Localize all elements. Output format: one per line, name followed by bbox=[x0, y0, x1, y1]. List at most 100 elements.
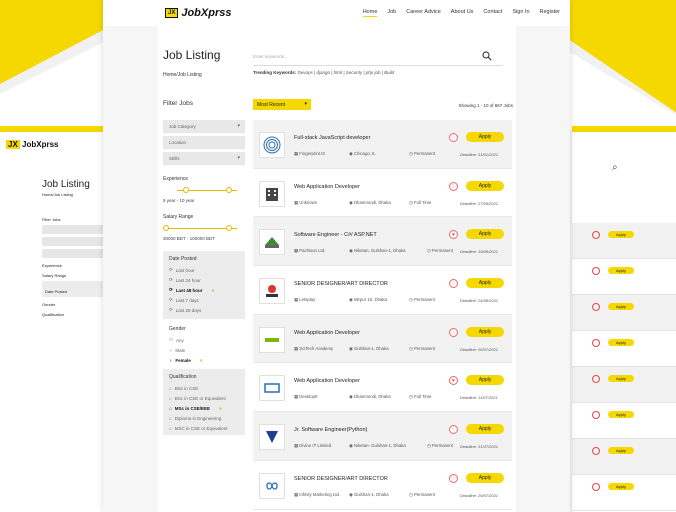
nav-register[interactable]: Register bbox=[540, 9, 560, 17]
deadline: Deadline: 05/07/2021 bbox=[460, 346, 499, 352]
location-input[interactable]: Location bbox=[163, 136, 245, 149]
search-icon[interactable] bbox=[482, 51, 492, 61]
nav-career-advice[interactable]: Career Advice bbox=[406, 9, 441, 17]
nav-job[interactable]: Job bbox=[387, 9, 396, 17]
heart-icon[interactable]: ♡ bbox=[449, 473, 458, 483]
heart-icon[interactable]: ♡ bbox=[449, 425, 458, 435]
job-category-select[interactable]: Job Category ▾ bbox=[163, 120, 245, 133]
job-location: ◉ Gulshan-1, Dhaka bbox=[349, 491, 389, 497]
job-title[interactable]: SENIOR DESIGNER/ART DIRECTOR bbox=[294, 476, 388, 482]
slider-handle-min[interactable] bbox=[183, 187, 189, 193]
apply-button[interactable]: Apply bbox=[466, 375, 504, 386]
job-card[interactable]: Web Application Developer ▦ SciTech Acad… bbox=[253, 314, 512, 364]
company-name: ▦ Letsplay bbox=[294, 297, 316, 303]
job-location: ◉ Niketan, Gulshan-1, Dhaka bbox=[349, 248, 406, 254]
job-card[interactable]: Web Application Developer ▦ Unknown ◉ Dha… bbox=[253, 169, 512, 218]
letsplay-logo bbox=[259, 278, 285, 305]
graduation-icon: ⌂ bbox=[169, 415, 172, 421]
company-name: ▦ Divine IT Limited bbox=[294, 443, 332, 449]
nav-contact[interactable]: Contact bbox=[483, 9, 502, 17]
qualification-option[interactable]: ⌂ Diploma in Engineering bbox=[169, 413, 239, 423]
nav-sign-in[interactable]: Sign In bbox=[512, 9, 529, 17]
gender-option[interactable]: ♂ Male bbox=[169, 345, 239, 355]
apply-button[interactable]: Apply bbox=[466, 278, 504, 289]
job-card[interactable]: Jr. Software Engineer(Python) ▦ Divine I… bbox=[253, 412, 512, 461]
heart-icon[interactable]: ♡ bbox=[449, 181, 458, 191]
trending-keywords: Trending Keywords: Devops | django | htm… bbox=[253, 70, 395, 75]
pachisun-logo bbox=[259, 229, 285, 256]
apply-button[interactable]: Apply bbox=[466, 326, 504, 337]
deadline: Deadline: 24/08/2021 bbox=[460, 298, 499, 304]
skills-select[interactable]: Skills ▾ bbox=[163, 152, 245, 165]
date-option[interactable]: ⟳ Last hour bbox=[169, 265, 239, 275]
heart-icon[interactable]: ♡ bbox=[449, 279, 458, 289]
slider-handle-max[interactable] bbox=[226, 187, 232, 193]
date-posted-filter: Date Posted ⟳ Last hour ⟳ Last 24 hour ⟳ La… bbox=[163, 251, 245, 319]
job-title[interactable]: Web Application Developer bbox=[294, 184, 360, 190]
job-title[interactable]: Web Application Developer bbox=[294, 378, 360, 384]
scitech-logo bbox=[259, 326, 285, 353]
qualification-option[interactable]: ⌂ BSc in CSE or Equivalent bbox=[169, 393, 239, 403]
apply-button[interactable]: Apply bbox=[466, 132, 504, 142]
brand-logo[interactable]: JX JobXprss bbox=[165, 7, 231, 19]
job-location: ◉ Dhanmondi, Dhaka bbox=[349, 394, 391, 400]
male-icon: ♂ bbox=[169, 347, 173, 353]
job-type: ◷ Permanent bbox=[427, 443, 453, 449]
close-icon: × bbox=[211, 287, 215, 293]
slider-handle-max[interactable] bbox=[226, 225, 232, 231]
job-card[interactable]: SENIOR DESIGNER/ART DIRECTOR ▦ Letsplay ◉… bbox=[253, 266, 512, 315]
salary-slider[interactable] bbox=[163, 223, 245, 233]
company-name: ▦ SciTech Academy bbox=[294, 345, 334, 351]
sort-select[interactable]: Most Recent ▾ bbox=[253, 99, 311, 110]
heart-icon[interactable]: ♥ bbox=[449, 230, 458, 240]
nav-home[interactable]: Home bbox=[362, 9, 378, 17]
job-title[interactable]: Full-stack JavaScript developer bbox=[294, 135, 370, 141]
date-option[interactable]: ⟳ Last 7 days bbox=[169, 295, 239, 305]
job-title[interactable]: Jr. Software Engineer(Python) bbox=[294, 427, 367, 433]
top-navbar: JX JobXprss Home Job Career Advice About… bbox=[103, 0, 570, 26]
company-name: ▦ Infinity Marketing Ltd. bbox=[294, 491, 341, 497]
date-option[interactable]: ⟳ Last 24 hour bbox=[169, 275, 239, 285]
date-option-selected[interactable]: ⟳ Last 48 hour × bbox=[169, 285, 239, 295]
job-title[interactable]: Software Engineer - C#/ ASP.NET bbox=[294, 232, 377, 238]
divine-logo bbox=[259, 424, 285, 451]
job-title[interactable]: SENIOR DESIGNER/ART DIRECTOR bbox=[294, 281, 388, 287]
gender-option[interactable]: ⚇ Any bbox=[169, 335, 239, 345]
building-logo bbox=[259, 180, 285, 207]
apply-button[interactable]: Apply bbox=[466, 180, 504, 191]
apply-button[interactable]: Apply bbox=[466, 424, 504, 435]
job-card[interactable]: SENIOR DESIGNER/ART DIRECTOR ▦ Infinity … bbox=[253, 461, 512, 510]
experience-slider[interactable] bbox=[163, 185, 245, 195]
job-card[interactable]: Software Engineer - C#/ ASP.NET ▦ Pachis… bbox=[253, 217, 512, 267]
job-location: ◉ Dhanmondi, Dhaka bbox=[349, 199, 391, 205]
apply-button[interactable]: Apply bbox=[466, 229, 504, 240]
heart-icon[interactable]: ♥ bbox=[449, 376, 458, 386]
clock-icon: ⟳ bbox=[169, 267, 173, 272]
job-location: ◉ Mirpur 10, Dhaka bbox=[349, 297, 387, 303]
qualification-option[interactable]: ⌂ MSC in CSE or Equivalent bbox=[169, 423, 239, 433]
job-type: ◷ Permanent bbox=[409, 345, 435, 351]
job-type: ◷ Permanent bbox=[409, 491, 435, 497]
job-title[interactable]: Web Application Developer bbox=[294, 330, 360, 336]
salary-filter: Salary Range 30000 BDT - 100000 BDT bbox=[163, 214, 245, 241]
job-card[interactable]: Web Application Developer ▦ DesktopIt ◉ D… bbox=[253, 363, 512, 413]
job-location: ◉ Gulshan-1, Dhaka bbox=[349, 345, 389, 351]
chevron-down-icon: ▾ bbox=[237, 123, 240, 129]
qualification-option[interactable]: ⌂ BSc in CSE bbox=[169, 383, 239, 393]
nav-about-us[interactable]: About Us bbox=[451, 9, 474, 17]
page-title: Job Listing bbox=[163, 48, 221, 62]
search-input[interactable]: Enter keywords... bbox=[253, 48, 503, 66]
job-type: ◷ Permanent bbox=[409, 297, 435, 303]
date-option[interactable]: ⟳ Last 28 days bbox=[169, 305, 239, 315]
gender-option-selected[interactable]: ♀ Female × bbox=[169, 355, 239, 365]
slider-handle-min[interactable] bbox=[163, 225, 169, 231]
job-card[interactable]: Full-stack JavaScript developer ▦ Finger… bbox=[253, 120, 512, 169]
apply-button[interactable]: Apply bbox=[466, 472, 504, 483]
breadcrumb[interactable]: Home/Job Listing bbox=[163, 72, 202, 78]
heart-icon[interactable]: ♡ bbox=[449, 327, 458, 337]
heart-icon[interactable]: ♡ bbox=[449, 133, 458, 142]
clock-icon: ⟳ bbox=[169, 287, 173, 292]
qualification-option-selected[interactable]: ⌂ MSc in CSE/EEE × bbox=[169, 403, 239, 413]
graduation-icon: ⌂ bbox=[169, 425, 172, 431]
desktopit-logo bbox=[259, 375, 285, 402]
